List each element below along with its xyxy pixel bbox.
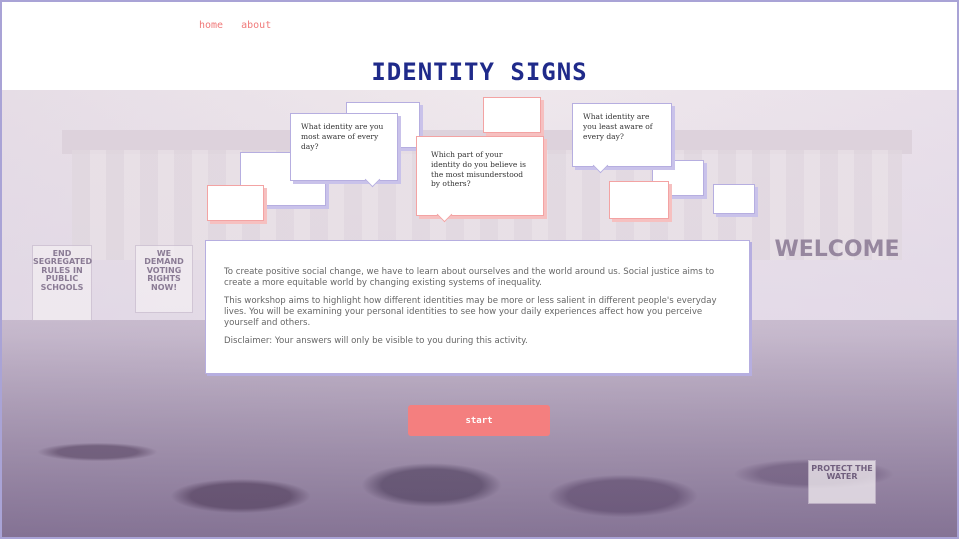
protest-sign-voting: WE DEMAND VOTING RIGHTS NOW! [135,245,193,313]
top-nav: home about [199,20,283,31]
intro-paragraph-2: This workshop aims to highlight how diff… [224,296,717,328]
nav-home-link[interactable]: home [199,20,223,31]
start-button[interactable]: start [408,405,550,436]
protest-sign-water: PROTECT THE WATER [808,460,876,504]
protest-sign-schools: END SEGREGATED RULES IN PUBLIC SCHOOLS [32,245,92,321]
question-text: Which part of your identity do you belie… [431,150,526,189]
empty-speech-bubble [483,97,541,133]
empty-speech-bubble [609,181,669,219]
nav-about-link[interactable]: about [241,20,271,31]
intro-text-panel: To create positive social change, we hav… [205,240,750,374]
question-bubble-most-aware[interactable]: What identity are you most aware of ever… [290,113,398,188]
question-text: What identity are you most aware of ever… [301,122,384,151]
disclaimer-text: Disclaimer: Your answers will only be vi… [224,336,528,346]
question-bubble-misunderstood[interactable]: Which part of your identity do you belie… [416,136,544,223]
protest-sign-welcome: WELCOME [774,237,900,262]
question-bubble-least-aware[interactable]: What identity are you least aware of eve… [572,103,672,174]
empty-speech-bubble [207,185,264,221]
question-text: What identity are you least aware of eve… [583,112,653,141]
intro-paragraph-1: To create positive social change, we hav… [224,267,715,288]
page-title: IDENTITY SIGNS [371,58,588,86]
empty-speech-bubble [713,184,755,214]
